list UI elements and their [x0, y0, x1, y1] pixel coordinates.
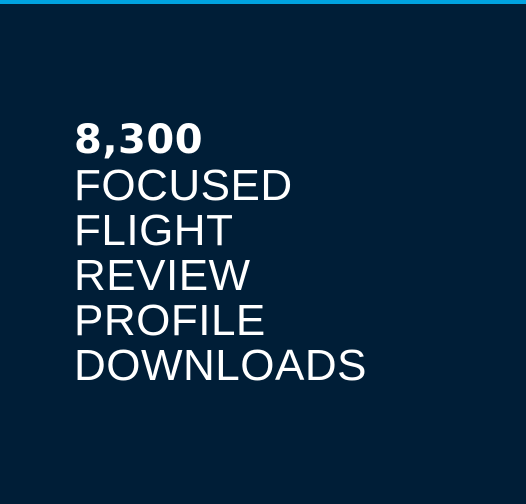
- stat-label-line-3: REVIEW: [74, 251, 251, 300]
- stat-label-line-1: FOCUSED: [74, 161, 293, 210]
- top-accent-bar: [0, 0, 526, 4]
- stat-label-line-2: FLIGHT: [74, 206, 234, 255]
- stat-label-line-5: DOWNLOADS: [74, 341, 367, 390]
- stat-label-line-4: PROFILE: [74, 296, 266, 345]
- stat-value: 8,300: [74, 117, 204, 163]
- stat-block: 8,300 FOCUSED FLIGHT REVIEW PROFILE DOWN…: [74, 117, 367, 388]
- stat-card: 8,300 FOCUSED FLIGHT REVIEW PROFILE DOWN…: [0, 0, 526, 504]
